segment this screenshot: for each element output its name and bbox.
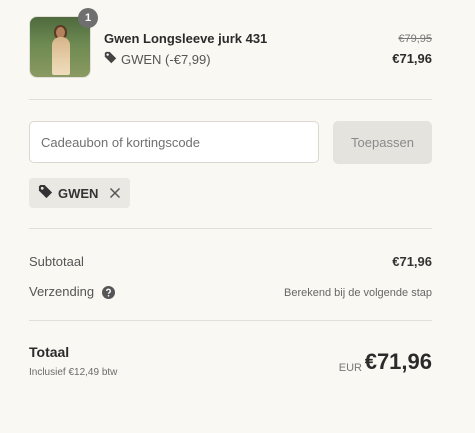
product-discount-label: GWEN (-€7,99) (121, 51, 211, 67)
quantity-badge: 1 (78, 8, 98, 28)
total-label: Totaal (29, 344, 70, 360)
discount-code-input[interactable] (29, 121, 319, 163)
shipping-value: Berekend bij de volgende stap (284, 287, 432, 299)
shipping-row: Verzending (29, 284, 115, 300)
shipping-label: Verzending (29, 284, 95, 299)
tag-icon (104, 51, 117, 67)
cart-line-item: 1 Gwen Longsleeve jurk 431 GWEN (-€7,99)… (29, 8, 432, 80)
subtotal-label: Subtotaal (29, 254, 84, 269)
product-original-price: €79,95 (398, 33, 432, 45)
subtotal-value: €71,96 (392, 254, 432, 269)
total-amount: €71,96 (364, 349, 432, 374)
product-price: €71,96 (392, 51, 432, 66)
divider (29, 320, 432, 321)
product-discount: GWEN (-€7,99) (104, 51, 211, 67)
product-name: Gwen Longsleeve jurk 431 (104, 31, 268, 46)
tag-icon (38, 184, 53, 202)
tax-note: Inclusief €12,49 btw (29, 367, 118, 378)
currency-code: EUR (338, 362, 362, 374)
close-icon[interactable] (109, 187, 121, 199)
question-circle-icon[interactable] (101, 286, 115, 300)
applied-discount-tag: GWEN (29, 178, 130, 208)
divider (29, 228, 432, 229)
applied-code-label: GWEN (58, 185, 99, 201)
apply-button[interactable]: Toepassen (333, 121, 432, 164)
divider (29, 99, 432, 100)
